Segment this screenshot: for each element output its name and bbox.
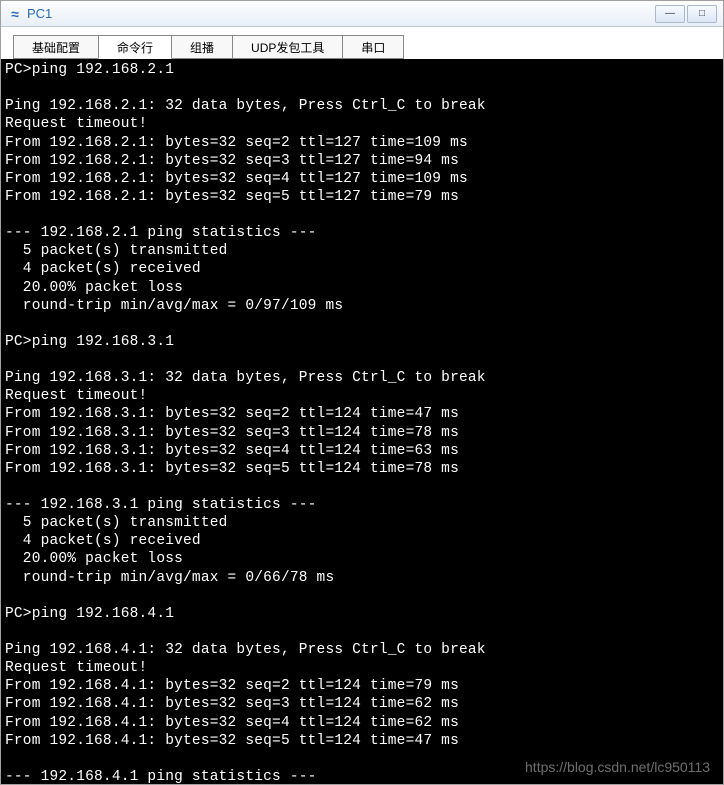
app-icon: ≈	[7, 6, 23, 22]
tab-label: 基础配置	[32, 39, 80, 56]
tab-label: UDP发包工具	[251, 39, 324, 56]
titlebar-left: ≈ PC1	[7, 6, 52, 22]
tab-udp-tool[interactable]: UDP发包工具	[232, 35, 343, 59]
tab-label: 串口	[361, 39, 385, 56]
tab-label: 命令行	[117, 39, 153, 56]
window-controls: — □	[653, 5, 717, 23]
titlebar: ≈ PC1 — □	[1, 1, 723, 27]
minimize-button[interactable]: —	[655, 5, 685, 23]
tab-serial[interactable]: 串口	[342, 35, 404, 59]
maximize-button[interactable]: □	[687, 5, 717, 23]
tab-basic-config[interactable]: 基础配置	[13, 35, 99, 59]
window-title: PC1	[27, 6, 52, 21]
tab-multicast[interactable]: 组播	[171, 35, 233, 59]
app-window: ≈ PC1 — □ 基础配置 命令行 组播 UDP发包工具 串口 PC>ping…	[0, 0, 724, 785]
tab-bar: 基础配置 命令行 组播 UDP发包工具 串口	[1, 27, 723, 59]
tab-label: 组播	[190, 39, 214, 56]
tab-command-line[interactable]: 命令行	[98, 35, 172, 59]
terminal-output[interactable]: PC>ping 192.168.2.1 Ping 192.168.2.1: 32…	[1, 59, 723, 784]
